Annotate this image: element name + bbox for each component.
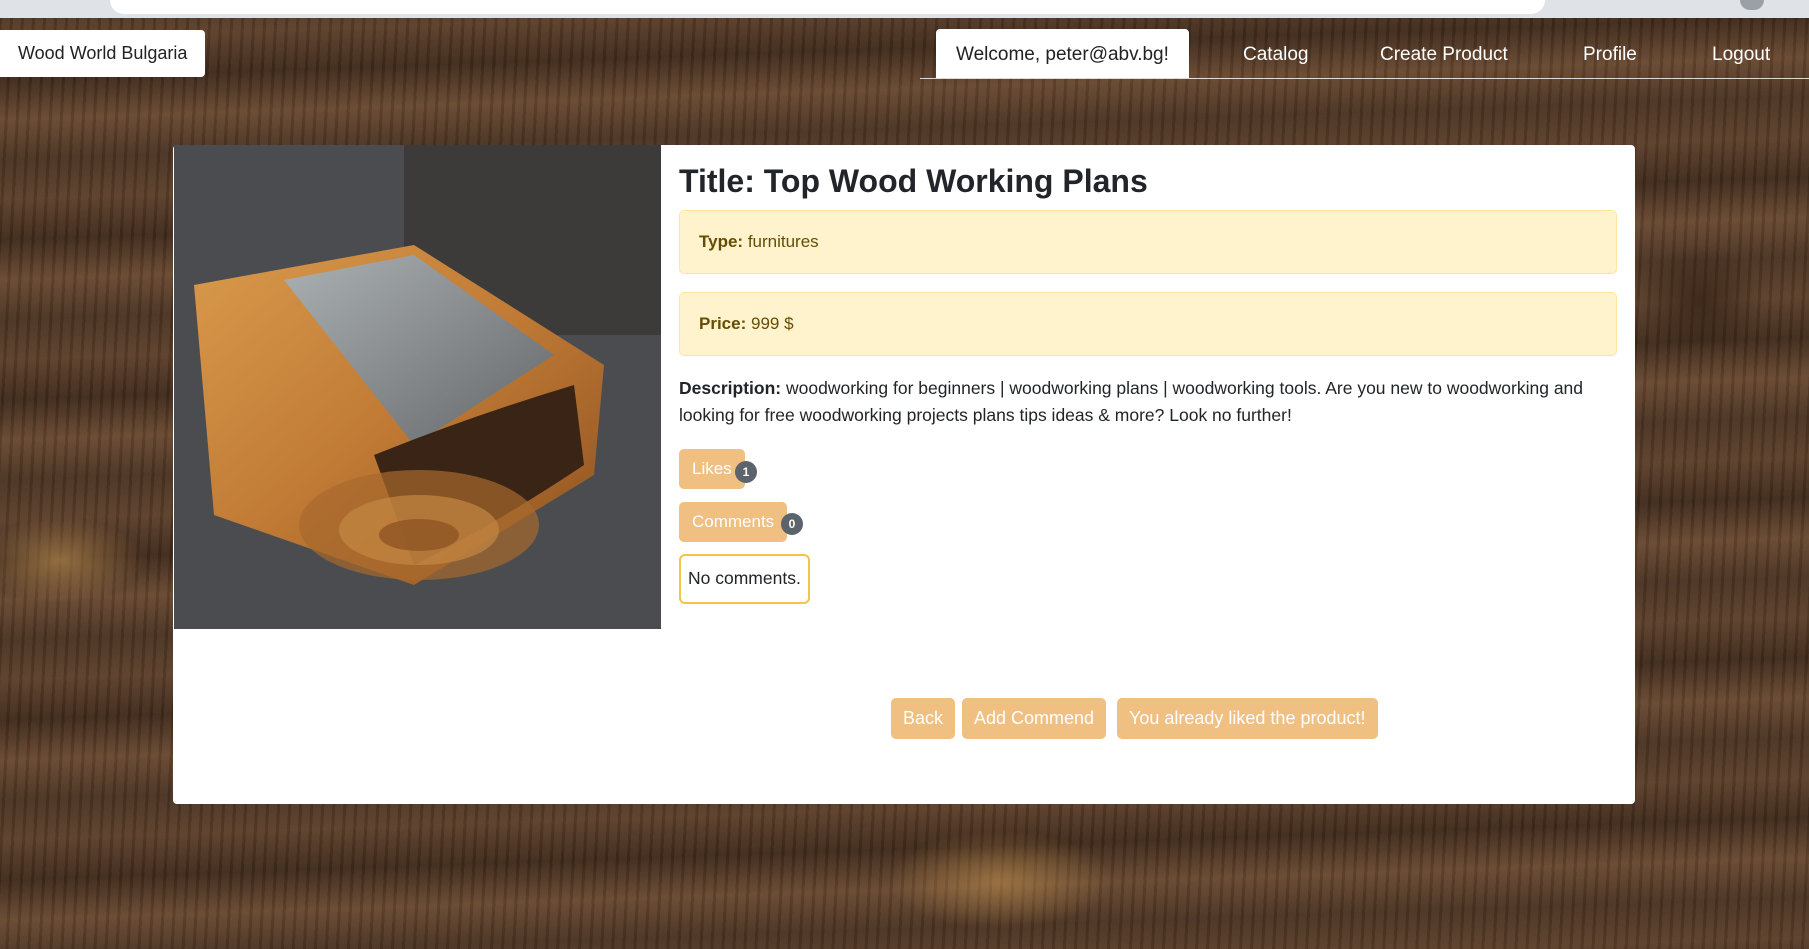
wooden-table-illustration <box>174 145 661 629</box>
comments-label: Comments <box>692 512 775 531</box>
nav-divider <box>920 78 1809 79</box>
type-alert: Type: furnitures <box>679 210 1617 274</box>
back-button[interactable]: Back <box>891 698 956 739</box>
description-label: Description: <box>679 378 782 398</box>
address-bar[interactable] <box>110 0 1545 14</box>
product-image <box>174 145 661 629</box>
nav-link-create-product[interactable]: Create Product <box>1380 29 1508 78</box>
brand-logo[interactable]: Wood World Bulgaria <box>0 30 206 77</box>
comments-count-badge: 0 <box>781 513 803 535</box>
product-title: Title: Top Wood Working Plans <box>679 163 1148 199</box>
likes-count-badge: 1 <box>735 461 757 483</box>
nav-link-profile[interactable]: Profile <box>1583 29 1637 78</box>
comments-button[interactable]: Comments <box>679 502 788 542</box>
description-text: woodworking for beginners | woodworking … <box>679 378 1584 425</box>
profile-avatar-icon[interactable] <box>1740 0 1764 10</box>
nav-link-catalog[interactable]: Catalog <box>1243 29 1309 78</box>
already-liked-button[interactable]: You already liked the product! <box>1117 698 1378 739</box>
price-value: 999 $ <box>750 314 794 333</box>
nav-link-logout[interactable]: Logout <box>1712 29 1770 78</box>
welcome-tab: Welcome, peter@abv.bg! <box>936 29 1189 78</box>
likes-label: Likes <box>692 459 732 478</box>
price-alert: Price: 999 $ <box>679 292 1617 356</box>
product-details-card: Title: Top Wood Working Plans Type: furn… <box>173 145 1635 804</box>
browser-toolbar <box>0 0 1809 18</box>
type-value: furnitures <box>747 232 819 251</box>
price-label: Price: <box>699 314 747 333</box>
add-comment-button[interactable]: Add Commend <box>962 698 1107 739</box>
product-description: Description: woodworking for beginners |… <box>679 375 1619 429</box>
type-label: Type: <box>699 232 744 251</box>
no-comments-box: No comments. <box>679 554 810 604</box>
